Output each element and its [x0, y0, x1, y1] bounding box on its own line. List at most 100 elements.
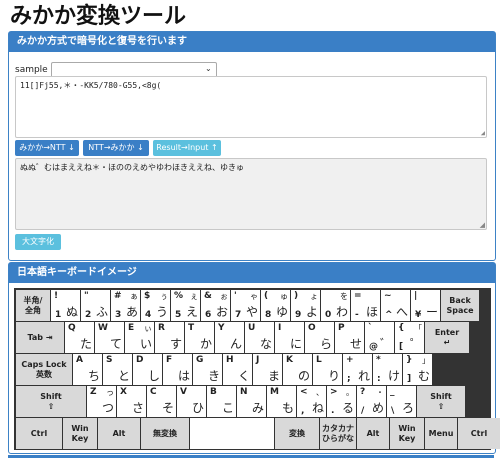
- key-t-label: Z: [90, 387, 97, 397]
- key-r3-9: > 。. る: [327, 386, 356, 417]
- key-br-label: に: [289, 337, 302, 351]
- key-r2-3: Dし: [133, 354, 162, 385]
- key-t-label: L: [316, 355, 322, 365]
- key-b-label: -: [355, 310, 359, 320]
- key-t-label: (: [264, 291, 269, 301]
- key-c-label: Alt: [112, 428, 126, 438]
- ntt-to-mikaka-button[interactable]: NTT→みかか ↓: [83, 140, 149, 156]
- key-t-label: A: [76, 355, 83, 365]
- key-t-label: V: [180, 387, 187, 397]
- mikaka-to-ntt-button[interactable]: みかか→NTT ↓: [15, 140, 79, 156]
- key-t-label: %: [174, 291, 184, 301]
- key-r1-10: Pせ: [335, 322, 364, 353]
- input-textarea[interactable]: 11[]Fj55,＊・-KK5/780-G55,<8g( ◢: [15, 76, 487, 138]
- key-b-label: 7: [235, 310, 242, 320]
- key-t-label: H: [226, 355, 234, 365]
- key-tr-label: ・: [376, 388, 384, 397]
- key-r2-10: +; れ: [343, 354, 372, 385]
- key-tr-label: ぇ: [190, 292, 198, 301]
- key-t-label: B: [210, 387, 217, 397]
- key-br-label: や: [245, 305, 258, 319]
- key-t-label: N: [240, 387, 248, 397]
- key-tr-label: っ: [106, 388, 114, 397]
- key-br-label: ち: [87, 369, 100, 383]
- key-r3-4: Vひ: [177, 386, 206, 417]
- key-r0-5: % ぇ 5 え: [171, 290, 200, 321]
- key-br-label: さ: [131, 401, 144, 415]
- page-title: みかか変換ツール: [10, 4, 187, 29]
- key-r3-1: Zっつ: [87, 386, 116, 417]
- key-br-label: こ: [221, 401, 234, 415]
- key-b-label: 8: [265, 310, 272, 320]
- key-r0-10: を0わ: [321, 290, 350, 321]
- key-br-label: す: [169, 337, 182, 351]
- key-c-label: カタカナ ひらがな: [322, 423, 354, 443]
- key-br-label: ゛: [379, 337, 392, 351]
- key-r1-11: ` @ ゛: [365, 322, 394, 353]
- key-r3-8: < 、, ね: [297, 386, 326, 417]
- key-r0-0: 半角/ 全角: [16, 290, 50, 321]
- key-t-label: #: [114, 291, 122, 301]
- key-c-label: Shift ⇧: [40, 391, 62, 411]
- key-c-label: Win Key: [71, 423, 89, 443]
- converter-header: みかか方式で暗号化と復号を行います: [9, 32, 495, 52]
- key-r3-7: Mも: [267, 386, 296, 417]
- key-br-label: い: [139, 337, 152, 351]
- key-t-label: T: [188, 323, 195, 333]
- key-br-label: よ: [305, 305, 318, 319]
- key-br-label: れ: [357, 369, 370, 383]
- key-r4-0: Ctrl: [16, 418, 62, 449]
- key-r4-8: Win Key: [390, 418, 424, 449]
- key-r3-10: ? ・ / め: [357, 386, 386, 417]
- key-r2-12: } 」] む: [403, 354, 432, 385]
- key-b-label: 1: [55, 310, 62, 320]
- key-r1-3: Eぃい: [125, 322, 154, 353]
- key-c-label: Ctrl: [470, 428, 488, 438]
- key-br-label: と: [117, 369, 130, 383]
- resize-grip-icon[interactable]: ◢: [480, 221, 485, 229]
- key-t-label: E: [128, 323, 135, 333]
- key-t-label: }: [406, 355, 413, 365]
- key-br-label: せ: [349, 337, 362, 351]
- key-c-label: 半角/ 全角: [23, 295, 43, 315]
- key-br-label: ろ: [401, 401, 414, 415]
- key-b-label: /: [361, 406, 365, 416]
- key-r3-3: Cそ: [147, 386, 176, 417]
- key-br-label: む: [417, 369, 430, 383]
- key-r3-2: Xさ: [117, 386, 146, 417]
- key-b-label: 2: [85, 310, 92, 320]
- key-r0-8: (ゅ 8 ゆ: [261, 290, 290, 321]
- key-c-label: Caps Lock 英数: [21, 359, 67, 379]
- key-r4-1: Win Key: [63, 418, 97, 449]
- key-tr-label: 、: [316, 388, 324, 397]
- key-tr-label: ぁ: [130, 292, 138, 301]
- converter-panel: みかか方式で暗号化と復号を行います sample ⌄ 11[]Fj55,＊・-K…: [8, 31, 496, 261]
- key-r1-12: {「 [゜: [395, 322, 424, 353]
- result-to-input-button[interactable]: Result→Input ↑: [153, 140, 221, 156]
- key-b-label: ^: [385, 310, 393, 320]
- key-r0-3: # ぁ 3 あ: [111, 290, 140, 321]
- key-r1-7: Uな: [245, 322, 274, 353]
- key-br-label: あ: [125, 305, 138, 319]
- key-br-label: ほ: [365, 305, 378, 319]
- key-t-label: `: [368, 323, 373, 333]
- key-r4-5: 変換: [275, 418, 319, 449]
- key-c-label: Win Key: [398, 423, 416, 443]
- key-r1-8: Iに: [275, 322, 304, 353]
- key-r0-9: ) ょ 9 よ: [291, 290, 320, 321]
- key-t-label: F: [166, 355, 173, 365]
- resize-grip-icon[interactable]: ◢: [481, 129, 485, 137]
- output-textarea[interactable]: ぬぬ゛むはまええね＊・ほののえめやゆわほきええね、ゆきゅ ◢: [15, 158, 487, 230]
- key-br-label: の: [297, 369, 310, 383]
- key-b-label: 9: [295, 310, 302, 320]
- key-r2-1: Aち: [73, 354, 102, 385]
- key-t-label: ): [294, 291, 299, 301]
- key-br-label: ー: [425, 305, 438, 319]
- key-tr-label: 「: [414, 324, 422, 333]
- key-br-label: ゜: [409, 337, 422, 351]
- key-br-label: か: [199, 337, 212, 351]
- uppercase-button[interactable]: 大文字化: [15, 234, 61, 250]
- key-r0-2: " 2 ふ: [81, 290, 110, 321]
- key-br-label: ゆ: [275, 305, 288, 319]
- key-r4-7: Alt: [357, 418, 389, 449]
